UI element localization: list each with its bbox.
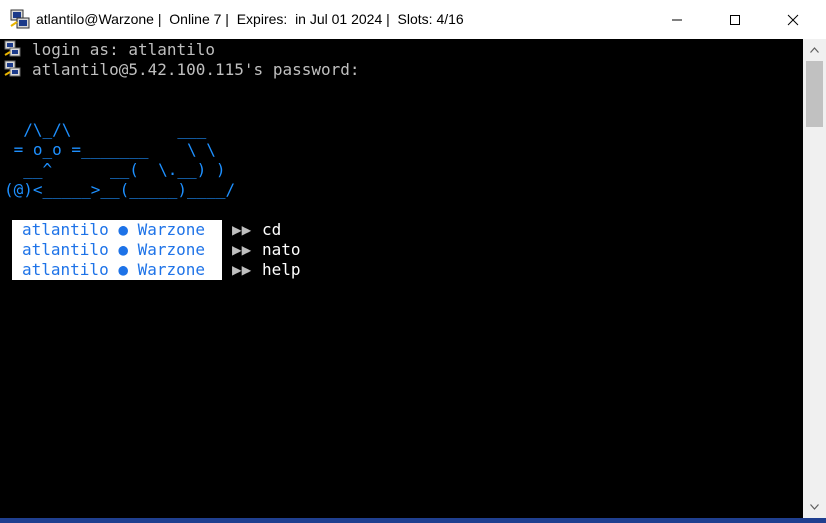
prompt-label: atlantilo ● Warzone	[22, 260, 206, 279]
command-text: cd	[262, 220, 282, 239]
window-title: atlantilo@Warzone | Online 7 | Expires: …	[36, 11, 464, 27]
prompt-label-box: atlantilo ● Warzone	[12, 220, 222, 240]
scrollbar-thumb[interactable]	[806, 61, 823, 127]
title-bar[interactable]: atlantilo@Warzone | Online 7 | Expires: …	[0, 0, 826, 39]
maximize-button[interactable]	[712, 0, 758, 39]
ascii-art-line: __^ __( \.__) )	[4, 160, 226, 179]
key-icon	[4, 60, 21, 77]
prompt-label: atlantilo ● Warzone	[22, 220, 206, 239]
close-icon	[787, 14, 799, 25]
command-text: help	[262, 260, 301, 279]
minimize-button[interactable]	[654, 0, 700, 39]
prompt-arrows: ▶▶	[232, 220, 252, 239]
prompt-label-box: atlantilo ● Warzone	[12, 240, 222, 260]
scroll-up-button[interactable]	[803, 39, 826, 61]
key-icon	[4, 40, 21, 57]
command-text: nato	[262, 240, 301, 259]
prompt-label-box: atlantilo ● Warzone	[12, 260, 222, 280]
putty-window: atlantilo@Warzone | Online 7 | Expires: …	[0, 0, 826, 523]
terminal-line: login as: atlantilo	[32, 40, 216, 59]
maximize-icon	[730, 14, 740, 25]
ascii-art-line: /\_/\ ___	[4, 120, 207, 139]
terminal-line: atlantilo@5.42.100.115's password:	[32, 60, 360, 79]
chevron-up-icon	[810, 47, 819, 53]
prompt-arrows: ▶▶	[232, 260, 252, 279]
window-bottom-edge	[0, 518, 826, 523]
prompt-arrows: ▶▶	[232, 240, 252, 259]
scroll-down-button[interactable]	[803, 496, 826, 518]
ascii-art-line: (@)<_____>__(_____)____/	[4, 180, 236, 199]
ascii-art-line: = o_o =_______ \ \	[4, 140, 216, 159]
terminal-area[interactable]: login as: atlantilo atlantilo@5.42.100.1…	[0, 39, 803, 518]
prompt-label: atlantilo ● Warzone	[22, 240, 206, 259]
putty-icon	[10, 9, 30, 29]
minimize-icon	[672, 19, 682, 20]
chevron-down-icon	[810, 504, 819, 510]
close-button[interactable]	[770, 0, 816, 39]
vertical-scrollbar[interactable]	[803, 39, 826, 518]
